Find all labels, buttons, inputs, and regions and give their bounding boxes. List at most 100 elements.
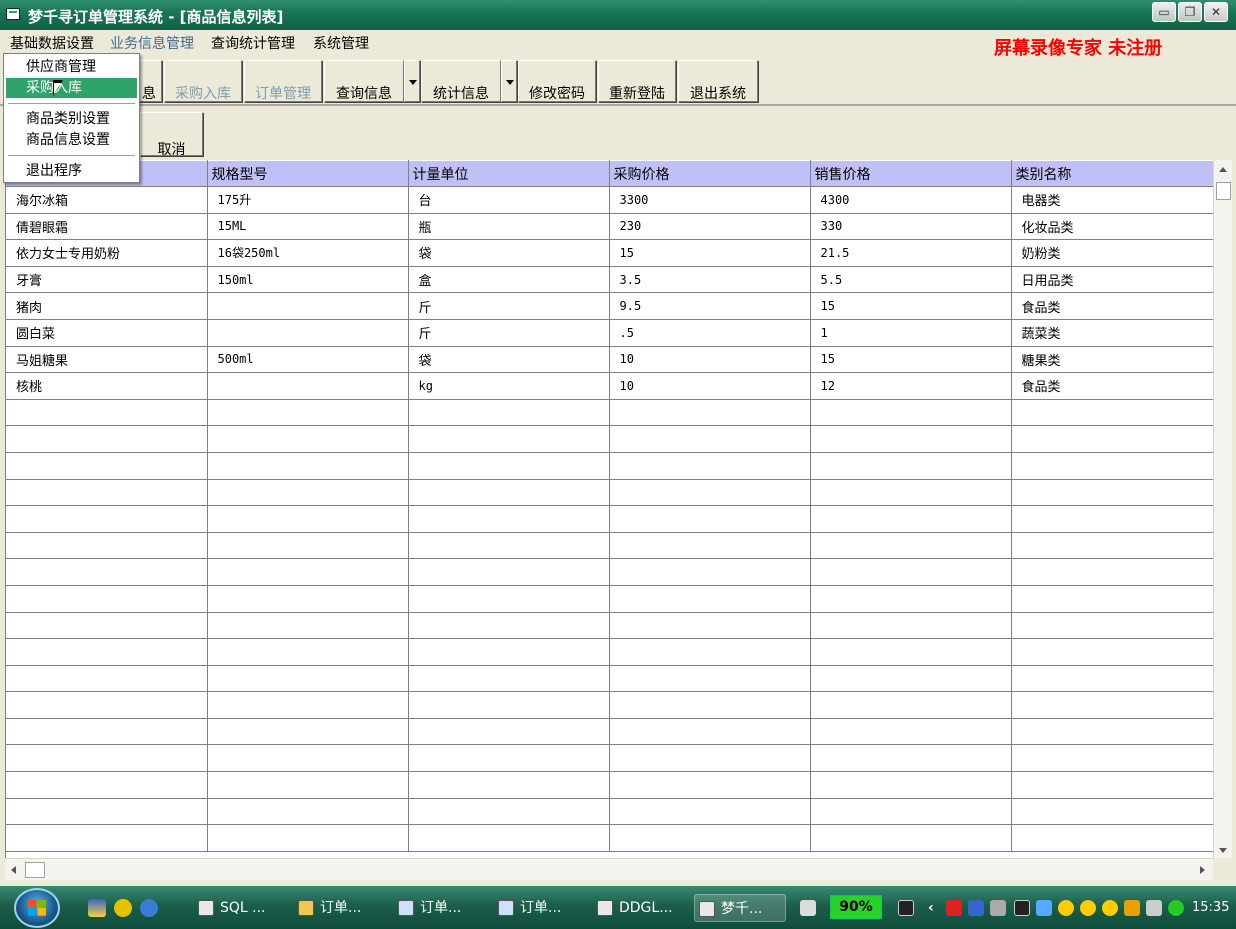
cell-name[interactable]: 依力女士专用奶粉 bbox=[6, 239, 208, 267]
close-button[interactable]: ✕ bbox=[1204, 2, 1228, 22]
empty-cell[interactable] bbox=[810, 612, 1012, 640]
empty-table-row[interactable] bbox=[6, 718, 1213, 746]
empty-table-row[interactable] bbox=[6, 612, 1213, 640]
cell-purchase-price[interactable]: 10 bbox=[609, 346, 811, 374]
cell-sale-price[interactable]: 15 bbox=[810, 292, 1012, 320]
empty-cell[interactable] bbox=[207, 691, 409, 719]
power-plug-icon[interactable] bbox=[898, 900, 914, 916]
empty-cell[interactable] bbox=[207, 479, 409, 507]
empty-cell[interactable] bbox=[810, 824, 1012, 852]
table-row[interactable]: 圆白菜 斤 .5 1 蔬菜类 bbox=[6, 319, 1213, 347]
menu-item-purchase-in[interactable]: 采购入库 bbox=[6, 78, 137, 98]
cell-sale-price[interactable]: 4300 bbox=[810, 186, 1012, 214]
empty-cell[interactable] bbox=[1011, 505, 1213, 533]
empty-cell[interactable] bbox=[207, 638, 409, 666]
empty-cell[interactable] bbox=[207, 399, 409, 427]
empty-cell[interactable] bbox=[6, 479, 208, 507]
cell-purchase-price[interactable]: 15 bbox=[609, 239, 811, 267]
scroll-up-icon[interactable] bbox=[1219, 167, 1227, 172]
cell-category[interactable]: 电器类 bbox=[1011, 186, 1213, 214]
cell-category[interactable]: 食品类 bbox=[1011, 292, 1213, 320]
query-dropdown-arrow-icon[interactable] bbox=[404, 60, 420, 102]
empty-cell[interactable] bbox=[1011, 452, 1213, 480]
empty-cell[interactable] bbox=[408, 824, 610, 852]
table-row[interactable]: 牙膏 150ml 盒 3.5 5.5 日用品类 bbox=[6, 266, 1213, 294]
empty-cell[interactable] bbox=[810, 479, 1012, 507]
menu-query-stats[interactable]: 查询统计管理 bbox=[211, 33, 295, 53]
empty-cell[interactable] bbox=[408, 718, 610, 746]
empty-cell[interactable] bbox=[810, 665, 1012, 693]
empty-cell[interactable] bbox=[408, 532, 610, 560]
empty-cell[interactable] bbox=[1011, 824, 1213, 852]
empty-cell[interactable] bbox=[207, 585, 409, 613]
cell-purchase-price[interactable]: 10 bbox=[609, 372, 811, 400]
cell-sale-price[interactable]: 330 bbox=[810, 213, 1012, 241]
task-sql[interactable]: SQL ... bbox=[194, 894, 284, 922]
empty-cell[interactable] bbox=[609, 479, 811, 507]
horizontal-scrollbar[interactable] bbox=[5, 858, 1213, 880]
cell-sale-price[interactable]: 12 bbox=[810, 372, 1012, 400]
empty-cell[interactable] bbox=[1011, 532, 1213, 560]
empty-cell[interactable] bbox=[408, 585, 610, 613]
tray-expand-icon[interactable]: ‹ bbox=[928, 900, 944, 916]
empty-cell[interactable] bbox=[1011, 638, 1213, 666]
empty-cell[interactable] bbox=[408, 452, 610, 480]
empty-table-row[interactable] bbox=[6, 558, 1213, 586]
tray-app-icon[interactable] bbox=[1146, 900, 1162, 916]
menu-item-product-setup[interactable]: 商品信息设置 bbox=[6, 130, 137, 150]
empty-cell[interactable] bbox=[6, 744, 208, 773]
empty-cell[interactable] bbox=[609, 638, 811, 666]
cell-sale-price[interactable]: 15 bbox=[810, 346, 1012, 374]
empty-table-row[interactable] bbox=[6, 798, 1213, 826]
empty-cell[interactable] bbox=[408, 425, 610, 453]
toolbar-purchase-in[interactable]: 采购入库 bbox=[164, 60, 242, 102]
empty-cell[interactable] bbox=[810, 771, 1012, 799]
empty-cell[interactable] bbox=[408, 479, 610, 507]
empty-cell[interactable] bbox=[810, 532, 1012, 560]
table-row[interactable]: 海尔冰箱 175升 台 3300 4300 电器类 bbox=[6, 186, 1213, 214]
empty-cell[interactable] bbox=[810, 452, 1012, 480]
table-row[interactable]: 马姐糖果 500ml 袋 10 15 糖果类 bbox=[6, 346, 1213, 374]
empty-cell[interactable] bbox=[207, 425, 409, 453]
empty-cell[interactable] bbox=[207, 532, 409, 560]
vertical-scrollbar[interactable] bbox=[1213, 160, 1232, 858]
empty-cell[interactable] bbox=[408, 798, 610, 826]
empty-cell[interactable] bbox=[1011, 558, 1213, 586]
cell-unit[interactable]: 斤 bbox=[408, 319, 610, 347]
cell-name[interactable]: 猪肉 bbox=[6, 292, 208, 320]
cell-spec[interactable]: 150ml bbox=[207, 266, 409, 294]
cell-purchase-price[interactable]: 3300 bbox=[609, 186, 811, 214]
empty-cell[interactable] bbox=[609, 532, 811, 560]
empty-cell[interactable] bbox=[207, 771, 409, 799]
task-order-doc1[interactable]: 订单... bbox=[394, 894, 486, 922]
empty-cell[interactable] bbox=[810, 718, 1012, 746]
empty-cell[interactable] bbox=[609, 665, 811, 693]
task-order-doc2[interactable]: 订单... bbox=[494, 894, 586, 922]
empty-cell[interactable] bbox=[408, 744, 610, 773]
cell-unit[interactable]: 袋 bbox=[408, 346, 610, 374]
empty-cell[interactable] bbox=[6, 399, 208, 427]
empty-cell[interactable] bbox=[609, 771, 811, 799]
empty-cell[interactable] bbox=[609, 452, 811, 480]
empty-cell[interactable] bbox=[1011, 798, 1213, 826]
empty-cell[interactable] bbox=[6, 665, 208, 693]
empty-cell[interactable] bbox=[408, 665, 610, 693]
qq-icon[interactable] bbox=[1102, 900, 1118, 916]
empty-cell[interactable] bbox=[1011, 585, 1213, 613]
empty-cell[interactable] bbox=[810, 585, 1012, 613]
empty-cell[interactable] bbox=[1011, 718, 1213, 746]
cell-spec[interactable]: 15ML bbox=[207, 213, 409, 241]
monitor-icon[interactable] bbox=[1014, 900, 1030, 916]
show-desktop-icon[interactable] bbox=[88, 899, 106, 917]
empty-cell[interactable] bbox=[810, 638, 1012, 666]
cancel-button[interactable]: 取消 bbox=[140, 112, 203, 158]
empty-cell[interactable] bbox=[609, 718, 811, 746]
scroll-left-icon[interactable] bbox=[11, 866, 16, 874]
menu-item-category-setup[interactable]: 商品类别设置 bbox=[6, 109, 137, 129]
shield-icon[interactable] bbox=[1168, 900, 1184, 916]
cell-purchase-price[interactable]: .5 bbox=[609, 319, 811, 347]
cell-spec[interactable] bbox=[207, 372, 409, 400]
empty-cell[interactable] bbox=[1011, 691, 1213, 719]
volume-icon[interactable] bbox=[990, 900, 1006, 916]
empty-cell[interactable] bbox=[6, 558, 208, 586]
